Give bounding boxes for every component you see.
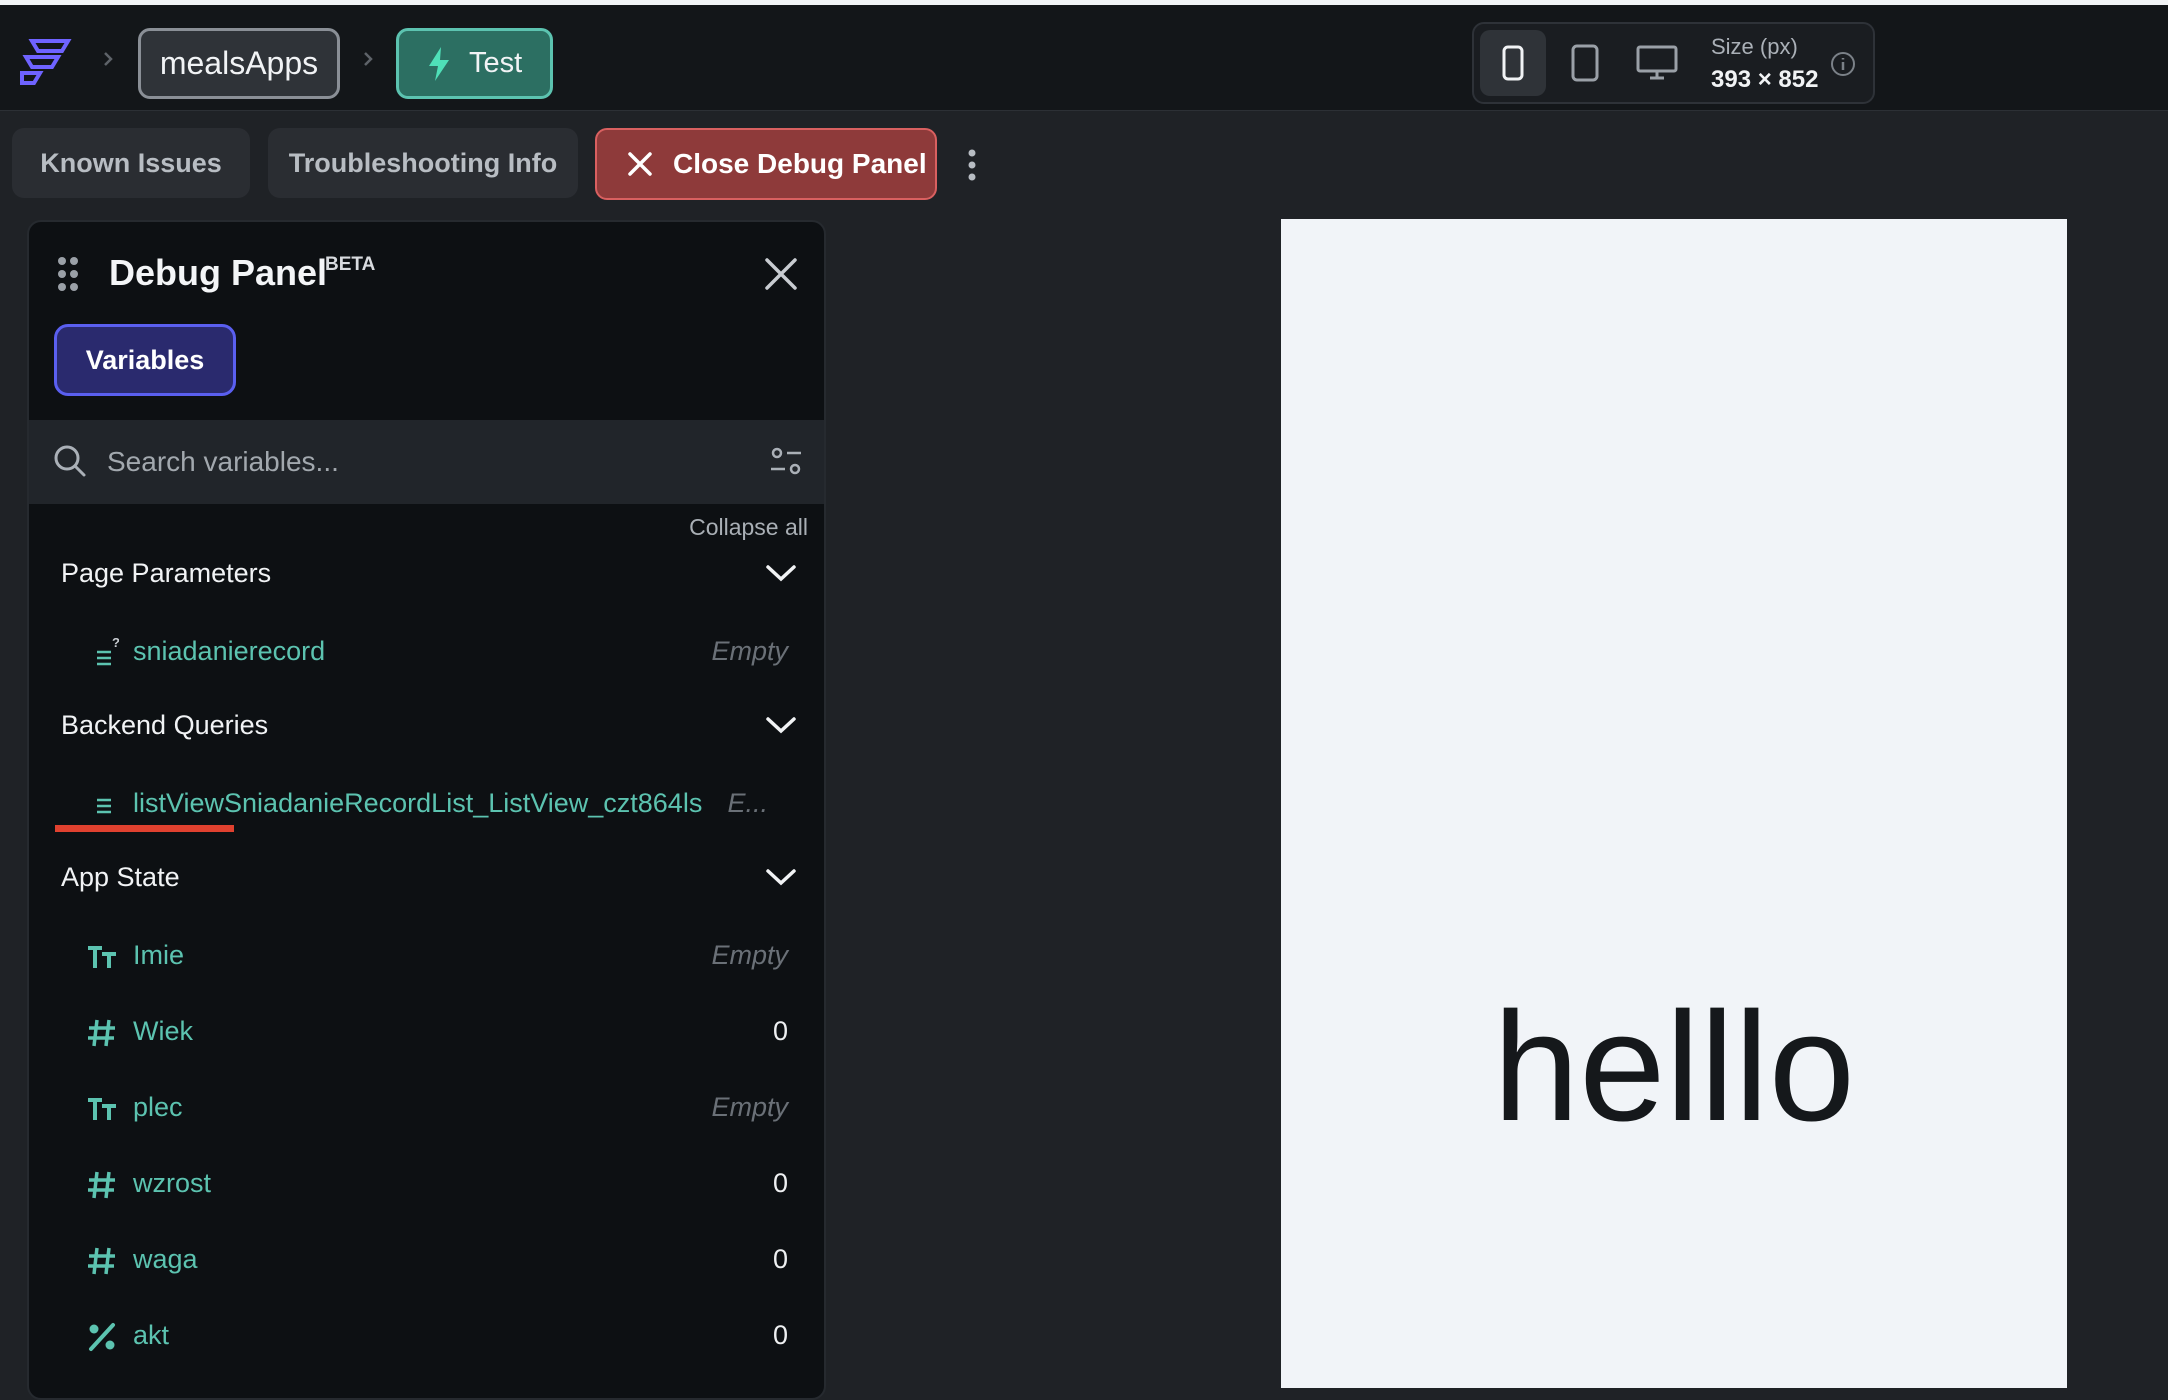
variable-name: Imie [133,940,185,970]
search-icon [54,445,86,477]
chevron-right-icon [104,52,113,66]
tablet-icon [1571,44,1599,82]
troubleshooting-info-button[interactable]: Troubleshooting Info [268,128,578,198]
debug-panel: Debug Panel BETA Variables Collapse all … [27,220,826,1400]
size-value: 393 × 852 [1711,66,1819,93]
variable-value: 0 [772,1320,788,1350]
test-mode-label: Test [469,47,523,79]
number-icon [88,1171,115,1199]
known-issues-button[interactable]: Known Issues [12,128,250,198]
variable-name: listViewSniadanieRecordList_ListView_czt… [133,788,703,818]
variable-row[interactable]: Wiek 0 [29,1002,824,1062]
svg-text:?: ? [112,636,119,650]
close-debug-panel-button[interactable]: Close Debug Panel [595,128,937,200]
variable-value: Empty [711,940,788,970]
chevron-down-icon[interactable] [764,562,798,584]
variable-name: sniadanierecord [133,636,326,666]
app-preview-canvas[interactable]: helllo [1281,219,2067,1388]
number-icon [88,1247,115,1275]
section-app-state[interactable]: App State [61,862,180,893]
variable-value: 0 [772,1168,788,1198]
variable-row[interactable]: Imie Empty [29,926,824,986]
variable-value: E... [727,788,768,818]
variable-name: Wiek [133,1016,193,1046]
variable-row[interactable]: wzrost 0 [29,1154,824,1214]
phone-icon [1502,45,1524,81]
phone-device-button[interactable] [1480,30,1546,96]
variable-value: Empty [711,636,788,666]
variable-name: akt [133,1320,170,1350]
variable-row[interactable]: ? sniadanierecord Empty [29,622,824,682]
variable-value: 0 [772,1244,788,1274]
number-icon [88,1019,115,1047]
variable-row[interactable]: plec Empty [29,1078,824,1138]
desktop-device-button[interactable] [1624,30,1690,96]
desktop-icon [1636,45,1678,80]
device-selector: Size (px) 393 × 852 [1472,22,1875,104]
tab-variables[interactable]: Variables [54,324,236,396]
list-icon [97,798,111,814]
project-name-chip[interactable]: mealsApps [138,28,340,99]
annotation-underline [55,825,234,832]
percent-icon [89,1323,115,1351]
drag-handle-icon[interactable] [57,256,79,292]
close-icon [628,152,652,176]
beta-badge: BETA [325,254,376,275]
chevron-down-icon[interactable] [764,714,798,736]
variable-name: waga [133,1244,198,1274]
debug-panel-title: Debug Panel [109,252,328,293]
text-icon [88,1098,116,1120]
list-optional-icon: ? [97,636,119,666]
section-page-parameters[interactable]: Page Parameters [61,558,271,589]
info-icon[interactable] [1830,51,1856,77]
flutterflow-logo-icon[interactable] [18,33,74,89]
top-bar: mealsApps Test Size (px) 393 × 852 [0,0,2168,111]
search-bar [29,420,824,504]
variable-value: Empty [711,1092,788,1122]
close-debug-panel-label: Close Debug Panel [673,148,927,179]
tablet-device-button[interactable] [1552,30,1618,96]
text-icon [88,946,116,968]
variable-row[interactable]: akt 0 [29,1306,824,1366]
more-options-icon[interactable] [962,148,982,182]
collapse-all-button[interactable]: Collapse all [689,514,808,541]
variable-value: 0 [772,1016,788,1046]
size-label: Size (px) [1711,34,1798,59]
search-variables-input[interactable] [107,438,707,486]
variable-name: wzrost [133,1168,212,1198]
filter-icon[interactable] [769,444,803,478]
chevron-right-icon [364,52,373,66]
lightning-icon [429,46,449,81]
variable-name: plec [133,1092,183,1122]
variable-row[interactable]: waga 0 [29,1230,824,1290]
test-mode-chip[interactable]: Test [396,28,553,99]
canvas-text: helllo [1493,980,1855,1153]
close-icon[interactable] [762,255,800,293]
chevron-down-icon[interactable] [764,866,798,888]
section-backend-queries[interactable]: Backend Queries [61,710,268,741]
